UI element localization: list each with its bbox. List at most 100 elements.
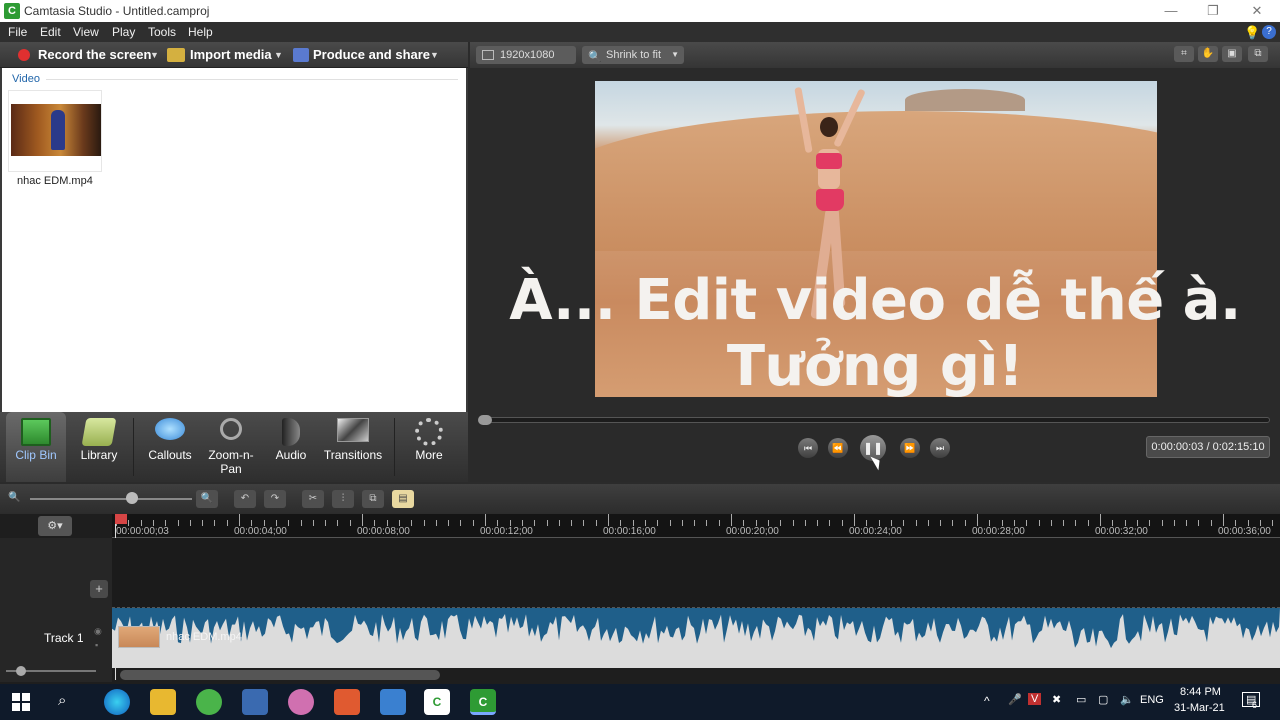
chevron-down-icon[interactable]: ▼ [150, 50, 159, 60]
zoom-fit-dropdown[interactable]: 🔍 Shrink to fit ▼ [582, 46, 684, 64]
tab-transitions[interactable]: Transitions [320, 412, 386, 482]
ruler-tick [411, 520, 413, 526]
timeline-toolbar: 🔍 🔍 ↶ ↷ ✂ ⫶ ⧉ ▤ [0, 484, 1280, 514]
track-1-row[interactable]: nhac EDM.mp4 [112, 608, 1280, 668]
skip-to-start-button[interactable]: ⏮ [798, 438, 818, 458]
timeline-scrollbar[interactable] [120, 670, 440, 680]
ruler-tick [275, 520, 277, 526]
language-indicator[interactable]: ENG [1140, 694, 1164, 706]
copy-icon[interactable]: ⧉ [362, 490, 384, 508]
scrubber-handle[interactable] [478, 415, 492, 425]
ruler-tick [608, 514, 609, 526]
calculator-icon[interactable] [242, 689, 268, 715]
record-screen-button[interactable]: Record the screen [38, 47, 151, 62]
tab-zoom-n-pan[interactable]: Zoom-n- Pan [202, 412, 260, 482]
chevron-down-icon[interactable]: ▼ [430, 50, 439, 60]
detach-icon[interactable]: ⧉ [1248, 46, 1268, 62]
file-explorer-icon[interactable] [150, 689, 176, 715]
produce-share-button[interactable]: Produce and share [313, 47, 430, 62]
ruler-tick [878, 520, 880, 526]
timeline-zoom-slider[interactable] [30, 498, 192, 500]
paste-icon[interactable]: ▤ [392, 490, 414, 508]
ruler-tick [472, 520, 474, 526]
microphone-icon[interactable]: 🎤 [1008, 693, 1022, 706]
gear-icon[interactable]: ⚙▾ [38, 516, 72, 536]
tab-more[interactable]: More [398, 412, 460, 482]
volume-icon[interactable]: 🔈 [1120, 693, 1134, 706]
playhead[interactable] [115, 514, 127, 524]
ruler-tick [251, 520, 253, 526]
minimize-button[interactable]: — [1156, 2, 1186, 20]
lightbulb-icon[interactable]: 💡 [1244, 25, 1260, 41]
rewind-button[interactable]: ⏪ [828, 438, 848, 458]
ruler-tick [325, 520, 327, 526]
tab-library[interactable]: Library [68, 412, 130, 482]
zoom-in-icon[interactable]: 🔍 [196, 490, 218, 508]
track-label: Track 1 [44, 631, 84, 645]
close-button[interactable]: ✕ [1242, 2, 1272, 20]
empty-track-row[interactable] [112, 538, 1280, 608]
ruler-tick [423, 520, 425, 526]
menu-help[interactable]: Help [188, 25, 213, 39]
track-header: ⚙▾ + Track 1 ◉ ▪ [0, 516, 112, 682]
redo-icon[interactable]: ↷ [264, 490, 286, 508]
monitor-icon[interactable]: ▢ [1098, 693, 1108, 706]
add-track-button[interactable]: + [90, 580, 108, 598]
import-media-button[interactable]: Import media [190, 47, 272, 62]
battery-icon[interactable]: ▭ [1076, 693, 1086, 706]
app-blue-icon[interactable] [380, 689, 406, 715]
undo-icon[interactable]: ↶ [234, 490, 256, 508]
crop-icon[interactable]: ⌗ [1174, 46, 1194, 62]
clock-time[interactable]: 8:44 PM [1180, 686, 1221, 698]
tab-clip-bin[interactable]: Clip Bin [6, 412, 66, 482]
split-icon[interactable]: ⫶ [332, 490, 354, 508]
chevron-down-icon[interactable]: ▼ [274, 50, 283, 60]
resize-icon [482, 50, 494, 60]
preview-panel: 1920x1080 🔍 Shrink to fit ▼ ⌗ ✋ ▣ ⧉ À...… [470, 42, 1280, 482]
camtasia-recorder-icon[interactable]: C [424, 689, 450, 715]
help-icon[interactable]: ? [1262, 25, 1276, 39]
windows-start-icon[interactable] [12, 693, 30, 711]
visibility-icon[interactable]: ◉ [94, 626, 102, 637]
tab-audio[interactable]: Audio [262, 412, 320, 482]
ruler-tick [140, 520, 142, 526]
clock-date[interactable]: 31-Mar-21 [1174, 702, 1225, 714]
zoom-slider-handle[interactable] [126, 492, 138, 504]
app-green-icon[interactable] [196, 689, 222, 715]
antivirus-icon[interactable]: V [1028, 693, 1042, 705]
tab-label: Callouts [148, 448, 192, 462]
menu-file[interactable]: File [8, 25, 27, 39]
film-strip-icon [21, 418, 51, 446]
lock-icon[interactable]: ▪ [95, 640, 98, 650]
ruler-tick [558, 520, 560, 526]
chevron-up-icon[interactable]: ^ [984, 694, 990, 708]
track-height-handle[interactable] [16, 666, 26, 676]
ruler-label: 00:00:12;00 [480, 526, 533, 537]
tab-callouts[interactable]: Callouts [138, 412, 202, 482]
ruler-tick [1173, 520, 1175, 526]
restore-button[interactable]: ❐ [1198, 2, 1228, 20]
menu-tools[interactable]: Tools [148, 25, 176, 39]
resolution-dropdown[interactable]: 1920x1080 [476, 46, 576, 64]
ruler-tick [817, 520, 819, 526]
menu-edit[interactable]: Edit [40, 25, 61, 39]
menu-play[interactable]: Play [112, 25, 135, 39]
timeline-ruler[interactable]: 00:00:00;03 00:00:04;00 00:00:08;00 00:0… [112, 514, 1280, 538]
edge-icon[interactable] [104, 689, 130, 715]
skip-to-end-button[interactable]: ⏭ [930, 438, 950, 458]
hand-icon[interactable]: ✋ [1198, 46, 1218, 62]
app-red-icon[interactable] [334, 689, 360, 715]
fast-forward-button[interactable]: ⏩ [900, 438, 920, 458]
camtasia-studio-icon[interactable]: C [470, 689, 496, 715]
menu-view[interactable]: View [73, 25, 99, 39]
playback-scrubber[interactable] [480, 417, 1270, 423]
ruler-tick [571, 520, 573, 526]
distant-hill [905, 89, 1025, 111]
fullscreen-icon[interactable]: ▣ [1222, 46, 1242, 62]
search-icon[interactable]: ⌕ [58, 692, 66, 709]
paint-icon[interactable] [288, 689, 314, 715]
cut-icon[interactable]: ✂ [302, 490, 324, 508]
clip-item[interactable]: nhac EDM.mp4 [8, 90, 102, 187]
zoom-out-icon[interactable]: 🔍 [8, 492, 20, 503]
network-off-icon[interactable]: ✖ [1052, 693, 1061, 706]
